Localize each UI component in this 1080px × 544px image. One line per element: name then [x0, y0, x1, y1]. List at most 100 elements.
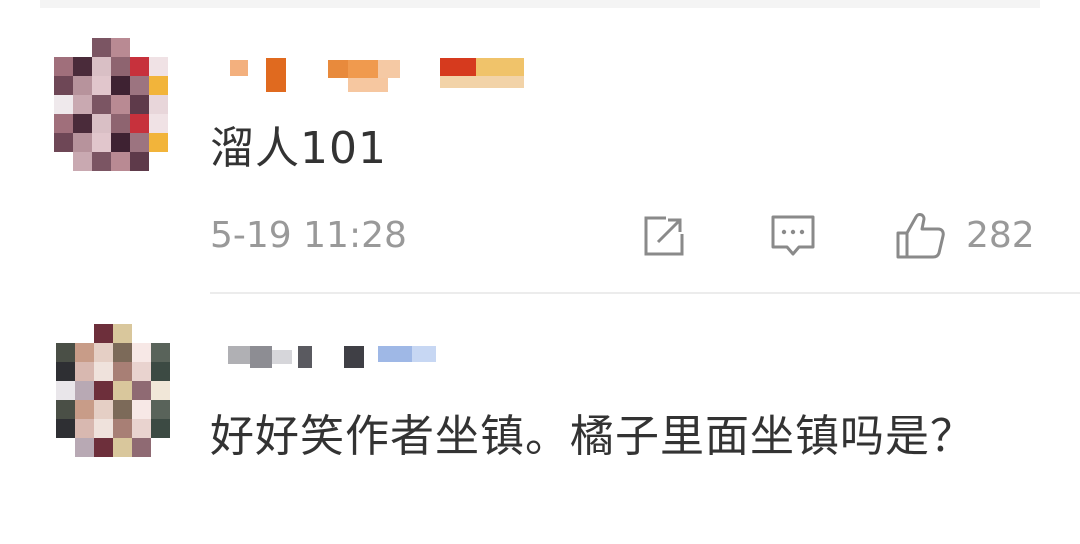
- avatar-mosaic-tile: [92, 133, 111, 152]
- avatar-mosaic-tile: [149, 57, 168, 76]
- avatar-mosaic-tile: [151, 381, 170, 400]
- avatar-mosaic-tile: [92, 114, 111, 133]
- avatar-mosaic-tile: [113, 419, 132, 438]
- avatar-mosaic-tile: [111, 57, 130, 76]
- avatar-mosaic-tile: [149, 95, 168, 114]
- avatar-mosaic-tile: [75, 362, 94, 381]
- avatar-mosaic-tile: [111, 114, 130, 133]
- username-mosaic-tile: [272, 350, 292, 364]
- avatar-mosaic-tile: [130, 152, 149, 171]
- avatar-mosaic-tile: [94, 438, 113, 457]
- username-mosaic-tile: [412, 346, 436, 362]
- avatar-mosaic-tile: [132, 400, 151, 419]
- thumbs-up-icon: [894, 209, 948, 263]
- username-mosaic-tile: [250, 346, 272, 368]
- avatar-mosaic-tile: [113, 324, 132, 343]
- comment-icon: [768, 211, 818, 261]
- username-mosaic-tile: [328, 60, 348, 78]
- avatar-mosaic-tile: [73, 57, 92, 76]
- avatar-mosaic-tile: [92, 76, 111, 95]
- avatar-mosaic-tile: [149, 114, 168, 133]
- avatar-mosaic-tile: [75, 381, 94, 400]
- avatar-mosaic-tile: [111, 152, 130, 171]
- avatar-mosaic-tile: [130, 76, 149, 95]
- avatar-mosaic-tile: [73, 114, 92, 133]
- avatar-mosaic-tile: [149, 133, 168, 152]
- avatar-mosaic-tile: [132, 438, 151, 457]
- avatar-mosaic-tile: [54, 95, 73, 114]
- avatar-mosaic-tile: [92, 38, 111, 57]
- username-mosaic-tile: [378, 346, 412, 362]
- avatar-mosaic-tile: [73, 76, 92, 95]
- username-mosaic-tile: [476, 58, 524, 76]
- username-redacted[interactable]: [224, 54, 534, 94]
- avatar-mosaic-tile: [54, 133, 73, 152]
- avatar-mosaic-tile: [111, 95, 130, 114]
- like-button[interactable]: 282: [894, 210, 1035, 262]
- avatar-mosaic-tile: [111, 76, 130, 95]
- username-mosaic-tile: [230, 60, 248, 76]
- avatar-mosaic-tile: [130, 57, 149, 76]
- avatar-mosaic-tile: [94, 362, 113, 381]
- username-mosaic-tile: [440, 76, 524, 88]
- comment-text: 好好笑作者坐镇。橘子里面坐镇吗是？: [210, 411, 975, 462]
- avatar-mosaic-tile: [73, 95, 92, 114]
- avatar-mosaic-tile: [92, 152, 111, 171]
- avatar-mosaic-tile: [132, 419, 151, 438]
- reply-button[interactable]: [768, 210, 818, 262]
- avatar-mosaic-tile: [54, 114, 73, 133]
- username-mosaic-tile: [440, 58, 476, 76]
- avatar-mosaic-tile: [132, 381, 151, 400]
- avatar-mosaic-tile: [113, 343, 132, 362]
- avatar-mosaic-tile: [113, 400, 132, 419]
- avatar-mosaic-tile: [56, 419, 75, 438]
- avatar-mosaic-tile: [92, 95, 111, 114]
- avatar-mosaic-tile: [151, 343, 170, 362]
- divider: [210, 292, 1080, 294]
- avatar-mosaic-tile: [132, 343, 151, 362]
- avatar-mosaic-tile: [113, 381, 132, 400]
- avatar-mosaic-tile: [94, 381, 113, 400]
- avatar-mosaic-tile: [54, 76, 73, 95]
- username-mosaic-tile: [348, 60, 378, 78]
- avatar-mosaic-tile: [132, 362, 151, 381]
- avatar-mosaic-tile: [149, 76, 168, 95]
- like-count: 282: [966, 215, 1035, 256]
- username-mosaic-tile: [348, 78, 388, 92]
- avatar-mosaic-tile: [56, 381, 75, 400]
- comment-timestamp: 5-19 11:28: [210, 215, 407, 256]
- avatar-mosaic-tile: [92, 57, 111, 76]
- share-icon: [640, 212, 688, 260]
- avatar-mosaic-tile: [54, 57, 73, 76]
- avatar-mosaic-tile: [113, 362, 132, 381]
- username-mosaic-tile: [228, 346, 250, 364]
- avatar-mosaic-tile: [94, 343, 113, 362]
- avatar-mosaic-tile: [94, 400, 113, 419]
- avatar-mosaic-tile: [94, 419, 113, 438]
- avatar-mosaic-tile: [73, 133, 92, 152]
- avatar-mosaic-tile: [151, 400, 170, 419]
- username-redacted[interactable]: [228, 342, 440, 382]
- previous-item-edge: [40, 0, 1040, 8]
- avatar-mosaic-tile: [113, 438, 132, 457]
- avatar-mosaic-tile: [75, 419, 94, 438]
- avatar-mosaic-tile: [56, 362, 75, 381]
- avatar-mosaic-tile: [130, 114, 149, 133]
- avatar[interactable]: [56, 324, 176, 460]
- username-mosaic-tile: [344, 346, 364, 368]
- share-button[interactable]: [640, 210, 688, 262]
- avatar-mosaic-tile: [111, 133, 130, 152]
- avatar-mosaic-tile: [73, 152, 92, 171]
- avatar-mosaic-tile: [94, 324, 113, 343]
- comment-feed: 溜人101 5-19 11:28 282 好好笑作者坐镇。橘子里面坐镇吗是？: [0, 0, 1080, 544]
- avatar-mosaic-tile: [151, 419, 170, 438]
- avatar-mosaic-tile: [130, 95, 149, 114]
- username-mosaic-tile: [298, 346, 312, 368]
- avatar-mosaic-tile: [75, 400, 94, 419]
- avatar[interactable]: [54, 38, 174, 174]
- avatar-mosaic-tile: [56, 343, 75, 362]
- avatar-mosaic-tile: [75, 343, 94, 362]
- avatar-mosaic-tile: [130, 133, 149, 152]
- username-mosaic-tile: [378, 60, 400, 78]
- avatar-mosaic-tile: [111, 38, 130, 57]
